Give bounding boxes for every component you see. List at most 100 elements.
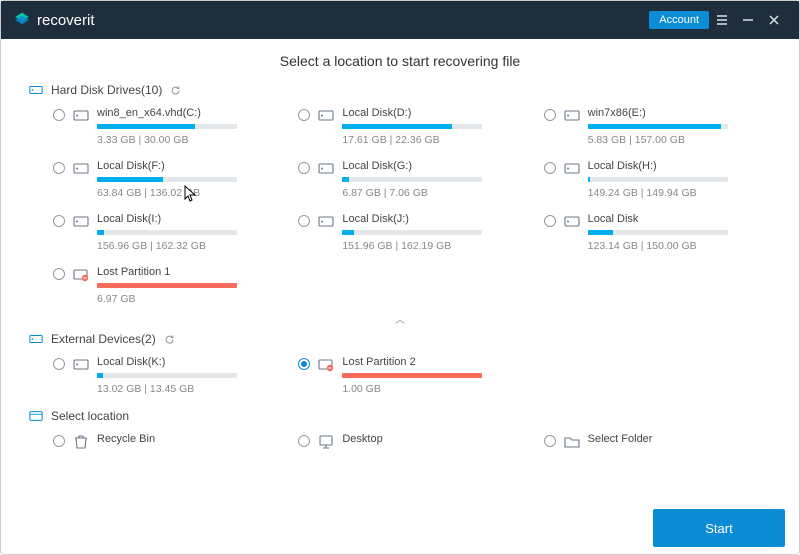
hdd-grid: win8_en_x64.vhd(C:) 3.33 GB | 30.00 GB L…: [29, 107, 771, 305]
section-hdd: Hard Disk Drives(10): [29, 83, 771, 97]
drive-size: 149.24 GB | 149.94 GB: [588, 187, 771, 199]
account-button[interactable]: Account: [649, 11, 709, 29]
drive-item[interactable]: Lost Partition 1 6.97 GB: [53, 266, 280, 305]
drive-name: win7x86(E:): [588, 107, 771, 119]
usage-bar: [97, 283, 237, 288]
usage-bar: [342, 373, 482, 378]
drive-icon: [73, 267, 89, 283]
drive-icon: [318, 108, 334, 124]
drive-radio[interactable]: [298, 358, 310, 370]
usage-bar: [97, 230, 237, 235]
drive-size: 13.02 GB | 13.45 GB: [97, 383, 280, 395]
drive-size: 6.87 GB | 7.06 GB: [342, 187, 525, 199]
drive-name: Local Disk(K:): [97, 356, 280, 368]
drive-radio[interactable]: [544, 435, 556, 447]
refresh-icon[interactable]: [164, 334, 175, 345]
drive-radio[interactable]: [544, 109, 556, 121]
usage-bar: [588, 230, 728, 235]
drive-item[interactable]: Local Disk 123.14 GB | 150.00 GB: [544, 213, 771, 252]
menu-button[interactable]: [709, 7, 735, 33]
drive-name: Local Disk(I:): [97, 213, 280, 225]
drive-name: Local Disk(G:): [342, 160, 525, 172]
drive-radio[interactable]: [53, 162, 65, 174]
drive-size: 17.61 GB | 22.36 GB: [342, 134, 525, 146]
drive-radio[interactable]: [544, 162, 556, 174]
drive-radio[interactable]: [53, 358, 65, 370]
drive-size: 6.97 GB: [97, 293, 280, 305]
drive-item[interactable]: Select Folder: [544, 433, 771, 450]
drive-item[interactable]: Desktop: [298, 433, 525, 450]
logo-icon: [13, 11, 31, 29]
drive-name: win8_en_x64.vhd(C:): [97, 107, 280, 119]
section-loc: Select location: [29, 409, 771, 423]
main-content: Select a location to start recovering fi…: [1, 39, 799, 502]
drive-item[interactable]: Local Disk(J:) 151.96 GB | 162.19 GB: [298, 213, 525, 252]
drive-item[interactable]: Local Disk(K:) 13.02 GB | 13.45 GB: [53, 356, 280, 395]
drive-icon: [564, 434, 580, 450]
drive-icon: [318, 357, 334, 373]
drive-name: Lost Partition 1: [97, 266, 280, 278]
external-icon: [29, 332, 43, 346]
usage-bar: [342, 230, 482, 235]
drive-name: Local Disk: [588, 213, 771, 225]
drive-item[interactable]: win8_en_x64.vhd(C:) 3.33 GB | 30.00 GB: [53, 107, 280, 146]
drive-radio[interactable]: [53, 109, 65, 121]
close-button[interactable]: [761, 7, 787, 33]
drive-radio[interactable]: [298, 215, 310, 227]
minimize-button[interactable]: [735, 7, 761, 33]
collapse-toggle[interactable]: ︿: [29, 311, 771, 326]
start-button[interactable]: Start: [653, 509, 785, 547]
app-logo: recoverit: [13, 11, 95, 29]
drive-name: Select Folder: [588, 433, 771, 445]
drive-item[interactable]: Recycle Bin: [53, 433, 280, 450]
app-name: recoverit: [37, 12, 95, 29]
drive-radio[interactable]: [298, 162, 310, 174]
drive-item[interactable]: Local Disk(D:) 17.61 GB | 22.36 GB: [298, 107, 525, 146]
footer: Start: [1, 502, 799, 554]
titlebar: recoverit Account: [1, 1, 799, 39]
drive-radio[interactable]: [53, 435, 65, 447]
drive-item[interactable]: Local Disk(I:) 156.96 GB | 162.32 GB: [53, 213, 280, 252]
usage-bar: [97, 373, 237, 378]
location-icon: [29, 409, 43, 423]
drive-name: Local Disk(J:): [342, 213, 525, 225]
usage-bar: [588, 124, 728, 129]
section-hdd-label: Hard Disk Drives(10): [51, 83, 162, 97]
drive-size: 1.00 GB: [342, 383, 525, 395]
hdd-icon: [29, 83, 43, 97]
drive-item[interactable]: win7x86(E:) 5.83 GB | 157.00 GB: [544, 107, 771, 146]
ext-grid: Local Disk(K:) 13.02 GB | 13.45 GB Lost …: [29, 356, 771, 395]
drive-radio[interactable]: [298, 109, 310, 121]
drive-icon: [318, 161, 334, 177]
drive-item[interactable]: Local Disk(F:) 63.84 GB | 136.02 GB: [53, 160, 280, 199]
drive-size: 151.96 GB | 162.19 GB: [342, 240, 525, 252]
usage-bar: [342, 177, 482, 182]
drive-icon: [564, 214, 580, 230]
drive-size: 3.33 GB | 30.00 GB: [97, 134, 280, 146]
drive-radio[interactable]: [53, 215, 65, 227]
section-ext: External Devices(2): [29, 332, 771, 346]
drive-name: Local Disk(F:): [97, 160, 280, 172]
page-title: Select a location to start recovering fi…: [29, 53, 771, 69]
drive-radio[interactable]: [53, 268, 65, 280]
drive-radio[interactable]: [544, 215, 556, 227]
drive-icon: [73, 357, 89, 373]
drive-size: 123.14 GB | 150.00 GB: [588, 240, 771, 252]
drive-icon: [564, 161, 580, 177]
drive-icon: [73, 108, 89, 124]
drive-item[interactable]: Lost Partition 2 1.00 GB: [298, 356, 525, 395]
refresh-icon[interactable]: [170, 85, 181, 96]
drive-radio[interactable]: [298, 435, 310, 447]
drive-icon: [73, 214, 89, 230]
drive-size: 63.84 GB | 136.02 GB: [97, 187, 280, 199]
section-loc-label: Select location: [51, 409, 129, 423]
drive-icon: [73, 434, 89, 450]
drive-name: Local Disk(H:): [588, 160, 771, 172]
drive-icon: [564, 108, 580, 124]
drive-icon: [318, 434, 334, 450]
drive-item[interactable]: Local Disk(G:) 6.87 GB | 7.06 GB: [298, 160, 525, 199]
drive-icon: [73, 161, 89, 177]
drive-item[interactable]: Local Disk(H:) 149.24 GB | 149.94 GB: [544, 160, 771, 199]
drive-name: Local Disk(D:): [342, 107, 525, 119]
drive-size: 5.83 GB | 157.00 GB: [588, 134, 771, 146]
